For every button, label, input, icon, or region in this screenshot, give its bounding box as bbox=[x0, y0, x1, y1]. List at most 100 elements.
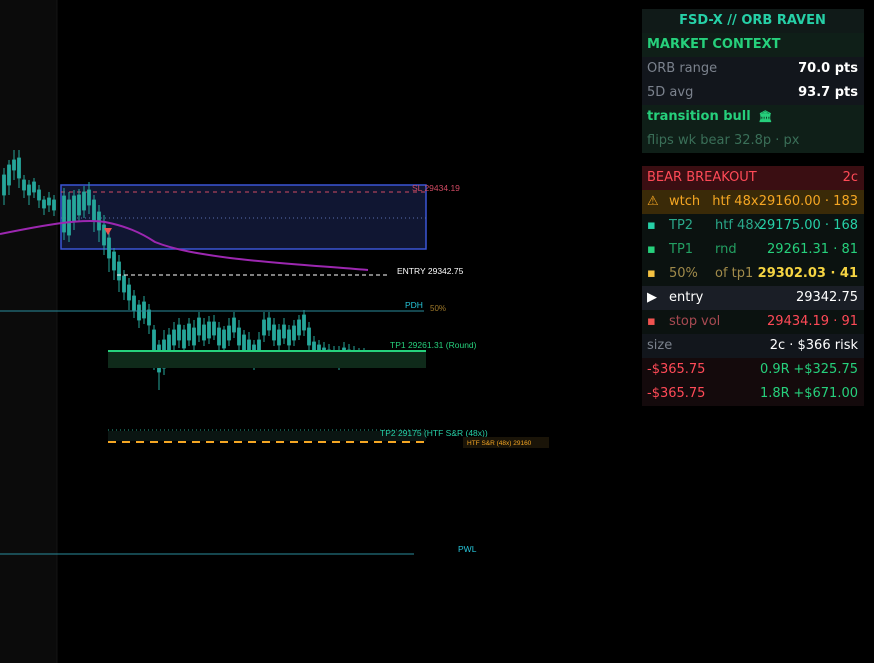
regime-label: transition bull bbox=[647, 109, 751, 124]
candle-body bbox=[47, 197, 51, 206]
watch-value: 29160.00 · 183 bbox=[758, 194, 858, 209]
half-row: ▪ 50% of tp1 29302.03 · 41 bbox=[642, 262, 864, 286]
watch-row: ⚠ wtch htf 48x 29160.00 · 183 bbox=[642, 190, 864, 214]
candle-body bbox=[177, 324, 181, 341]
watch-src: htf 48x bbox=[712, 194, 759, 209]
candle-body bbox=[302, 314, 306, 331]
candle-body bbox=[52, 199, 56, 211]
candle-body bbox=[87, 189, 91, 206]
candle-body bbox=[7, 164, 11, 186]
pnl-risk: -$365.75 bbox=[647, 362, 706, 377]
avg-value: 93.7 pts bbox=[798, 85, 858, 100]
stop-row-src: vol bbox=[701, 314, 721, 329]
fifty-label: 50% bbox=[430, 304, 446, 313]
candle-body bbox=[262, 319, 266, 336]
trade-panel: BEAR BREAKOUT 2c ⚠ wtch htf 48x 29160.00 … bbox=[642, 166, 864, 406]
panel-title: FSD-X // ORB RAVEN bbox=[642, 9, 864, 33]
tp2-row-value: 29175.00 · 168 bbox=[758, 218, 858, 233]
market-context-heading: MARKET CONTEXT bbox=[642, 33, 864, 57]
pnl-reward: +$325.75 bbox=[793, 362, 858, 377]
entry-label: ENTRY 29342.75 bbox=[397, 266, 464, 276]
candle-body bbox=[32, 181, 36, 193]
candle-body bbox=[282, 324, 286, 339]
candle-body bbox=[207, 321, 211, 339]
tp1-zone bbox=[108, 351, 426, 368]
flips-row: flips wk bear 32.8p · px bbox=[642, 129, 864, 153]
stop-row-value: 29434.19 · 91 bbox=[767, 314, 858, 329]
candle-body bbox=[112, 251, 116, 271]
regime-row: transition bull 🏛︎ bbox=[642, 105, 864, 129]
orb-box bbox=[60, 184, 427, 250]
candle-body bbox=[67, 199, 71, 236]
candle-body bbox=[132, 295, 136, 311]
pnl-risk: -$365.75 bbox=[647, 386, 706, 401]
stop-loss-label: SL 29434.19 bbox=[412, 183, 460, 193]
tp2-bullet-icon: ▪ bbox=[647, 218, 656, 233]
pnl-reward: +$671.00 bbox=[793, 386, 858, 401]
stop-bullet-icon: ▪ bbox=[647, 314, 656, 329]
tp1-label: TP1 29261.31 (Round) bbox=[390, 340, 477, 350]
orb-range-label: ORB range bbox=[647, 61, 718, 76]
bear-title: BEAR BREAKOUT bbox=[647, 170, 757, 185]
watch-label: wtch bbox=[669, 194, 701, 209]
candle-body bbox=[212, 321, 216, 336]
half-row-label: 50% bbox=[669, 266, 698, 281]
candle-body bbox=[127, 284, 131, 301]
size-row: size 2c · $366 risk bbox=[642, 334, 864, 358]
candle-body bbox=[307, 327, 311, 346]
candle-body bbox=[232, 317, 236, 333]
bear-contracts: 2c bbox=[842, 170, 858, 185]
candle-body bbox=[62, 195, 66, 233]
candle-body bbox=[147, 309, 151, 326]
candle-body bbox=[237, 327, 241, 346]
entry-row-label: entry bbox=[669, 290, 704, 305]
pwl-label: PWL bbox=[458, 544, 477, 554]
tp1-row-label: TP1 bbox=[669, 242, 694, 257]
entry-row: ▶ entry 29342.75 bbox=[642, 286, 864, 310]
warning-icon: ⚠ bbox=[647, 194, 659, 209]
candle-body bbox=[22, 179, 26, 191]
size-label: size bbox=[647, 338, 673, 353]
candle-body bbox=[27, 184, 31, 196]
candle-body bbox=[37, 189, 41, 201]
half-bullet-icon: ▪ bbox=[647, 266, 656, 281]
candle-body bbox=[187, 323, 191, 341]
candle-body bbox=[217, 327, 221, 346]
session-shade bbox=[0, 0, 57, 663]
candle-body bbox=[297, 319, 301, 336]
avg-row: 5D avg 93.7 pts bbox=[642, 81, 864, 105]
candle-body bbox=[287, 329, 291, 346]
candle-body bbox=[182, 329, 186, 349]
candle-body bbox=[107, 237, 111, 259]
candle-body bbox=[292, 325, 296, 341]
candle-body bbox=[277, 329, 281, 346]
candle-body bbox=[77, 194, 81, 216]
play-icon: ▶ bbox=[647, 290, 657, 305]
tp2-row: ▪ TP2 htf 48x 29175.00 · 168 bbox=[642, 214, 864, 238]
tp1-row-src: rnd bbox=[715, 242, 737, 257]
orb-range-row: ORB range 70.0 pts bbox=[642, 57, 864, 81]
htf-label: HTF S&R (48x) 29160 bbox=[467, 440, 532, 447]
candle-body bbox=[197, 317, 201, 336]
candle-body bbox=[267, 317, 271, 331]
bear-breakout-header: BEAR BREAKOUT 2c bbox=[642, 166, 864, 190]
tp1-row: ▪ TP1 rnd 29261.31 · 81 bbox=[642, 238, 864, 262]
candle-body bbox=[82, 191, 86, 211]
stop-row: ▪ stop vol 29434.19 · 91 bbox=[642, 310, 864, 334]
candle-body bbox=[192, 327, 196, 346]
candle-body bbox=[202, 324, 206, 341]
half-row-src: of tp1 bbox=[715, 266, 754, 281]
avg-label: 5D avg bbox=[647, 85, 694, 100]
stop-row-label: stop bbox=[669, 314, 698, 329]
pnl-row-1: -$365.75 0.9R +$325.75 bbox=[642, 358, 864, 382]
tp2-row-label: TP2 bbox=[669, 218, 694, 233]
candle-body bbox=[227, 325, 231, 341]
candle-body bbox=[12, 159, 16, 171]
pdh-label: PDH bbox=[405, 300, 423, 310]
candle-body bbox=[137, 304, 141, 321]
candle-body bbox=[172, 329, 176, 346]
candle-body bbox=[117, 261, 121, 281]
candle-body bbox=[72, 195, 76, 223]
pnl-row-2: -$365.75 1.8R +$671.00 bbox=[642, 382, 864, 406]
candle-body bbox=[272, 324, 276, 341]
